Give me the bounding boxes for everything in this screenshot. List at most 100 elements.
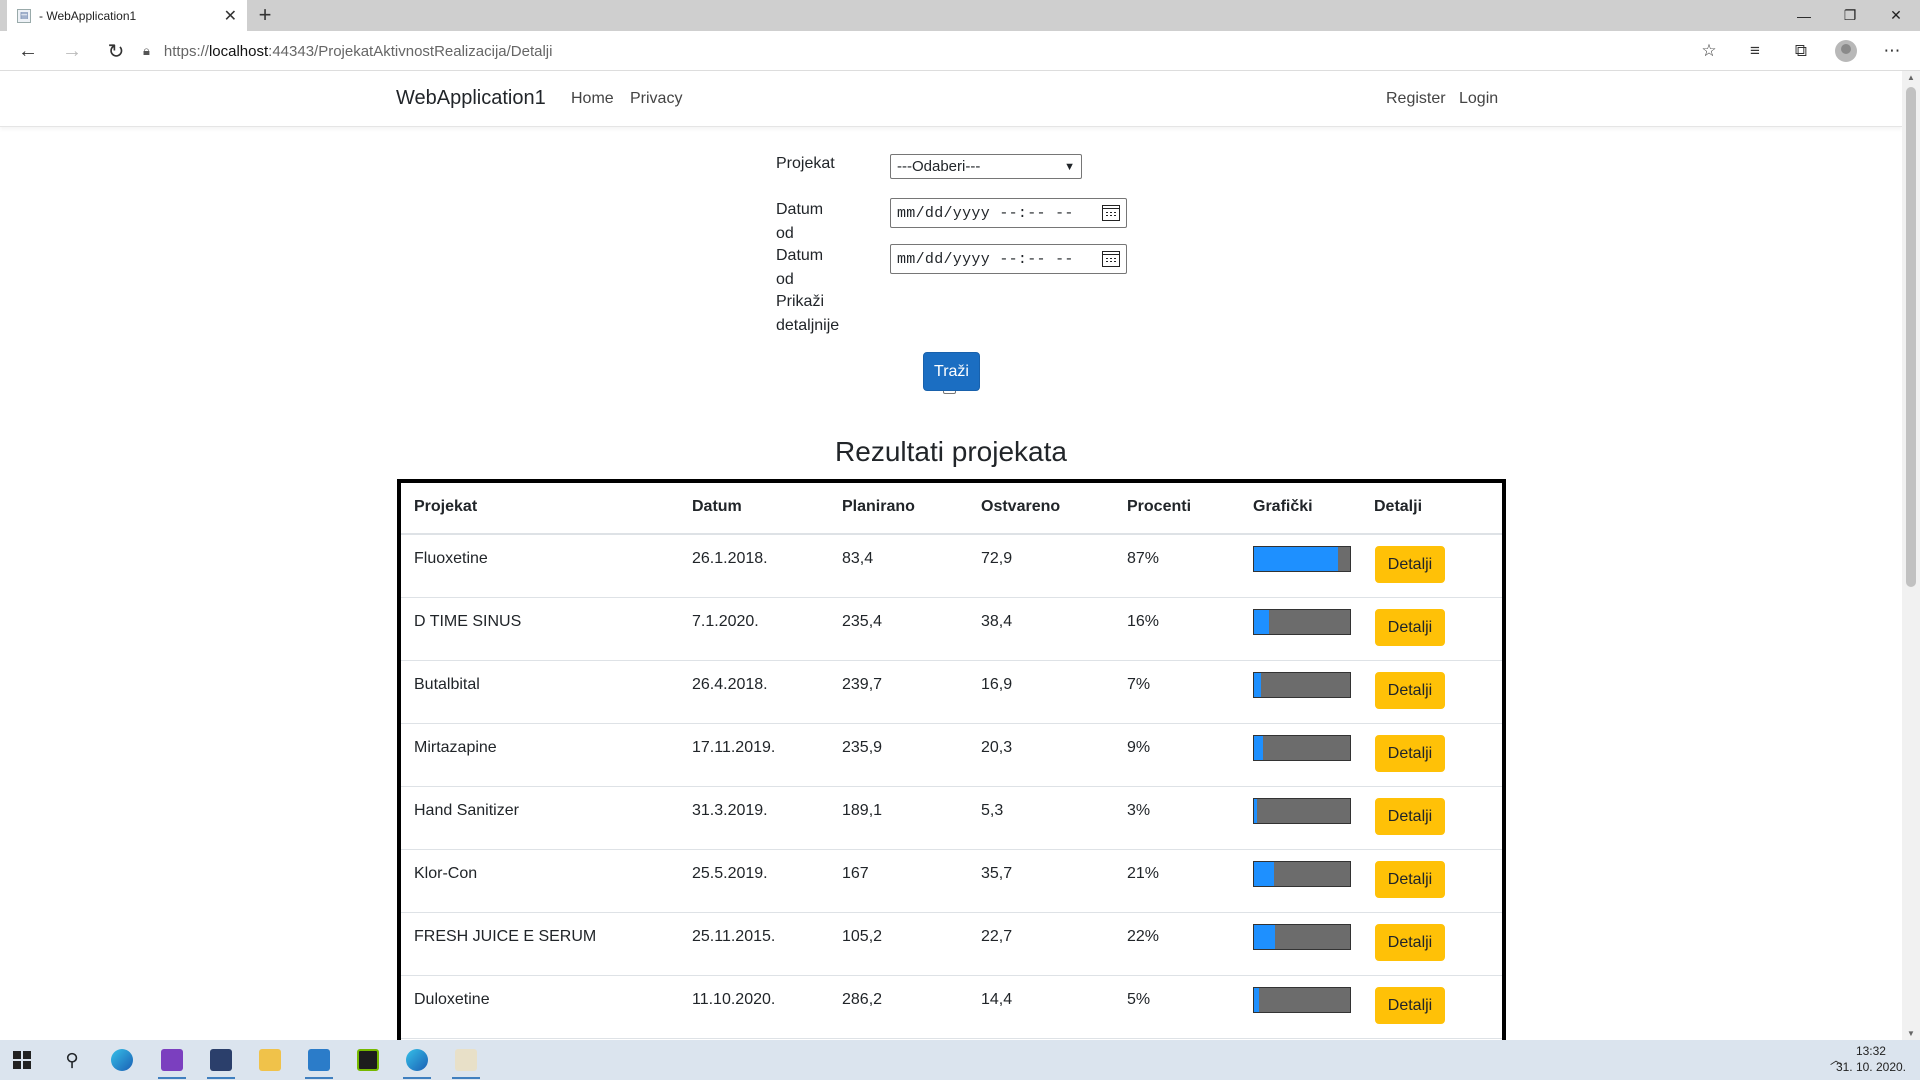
progress-bar — [1253, 735, 1351, 761]
cell-datum: 26.1.2018. — [692, 550, 768, 567]
close-window-icon[interactable]: ✕ — [1873, 0, 1919, 31]
back-icon[interactable]: ← — [13, 37, 43, 65]
restore-icon[interactable]: ❐ — [1827, 0, 1873, 31]
paint-icon[interactable] — [446, 1044, 486, 1079]
file-explorer-icon[interactable] — [250, 1044, 290, 1076]
nav-privacy-link[interactable]: Privacy — [630, 90, 682, 108]
details-button[interactable]: Detalji — [1375, 735, 1445, 772]
minimize-icon[interactable]: — — [1781, 0, 1827, 31]
cell-projekat: Butalbital — [414, 676, 480, 693]
calendar-icon[interactable] — [1102, 205, 1120, 221]
progress-bar — [1253, 672, 1351, 698]
projekat-label: Projekat — [776, 155, 835, 172]
datum-od-input[interactable]: mm/dd/yyyy --:-- -- — [890, 198, 1127, 228]
nvidia-icon[interactable] — [348, 1044, 388, 1076]
forward-icon[interactable]: → — [57, 37, 87, 65]
search-icon[interactable]: ⚲ — [52, 1044, 92, 1076]
cell-ostvareno: 72,9 — [981, 550, 1013, 567]
profile-icon[interactable] — [1831, 37, 1861, 65]
scroll-down-icon[interactable]: ▼ — [1906, 1029, 1916, 1038]
more-options-icon[interactable]: ⋯ — [1877, 37, 1907, 65]
cell-datum: 25.5.2019. — [692, 865, 768, 882]
edge-active-icon[interactable] — [397, 1044, 437, 1079]
favorite-star-icon[interactable]: ☆ — [1694, 37, 1724, 65]
new-tab-button[interactable]: + — [252, 2, 278, 28]
details-button[interactable]: Detalji — [1375, 924, 1445, 961]
visual-studio-icon[interactable] — [152, 1044, 192, 1079]
cell-datum: 17.11.2019. — [692, 739, 776, 756]
cell-datum: 7.1.2020. — [692, 613, 759, 630]
refresh-icon[interactable]: ↻ — [101, 37, 131, 65]
cell-ostvareno: 20,3 — [981, 739, 1013, 756]
details-button[interactable]: Detalji — [1375, 672, 1445, 709]
url-field[interactable]: 🔒︎ https://localhost:44343/ProjekatAktiv… — [143, 36, 1703, 66]
cell-ostvareno: 22,7 — [981, 928, 1013, 945]
table-row: FRESH JUICE E SERUM 25.11.2015. 105,2 22,7 2… — [401, 913, 1502, 976]
progress-fill — [1254, 673, 1261, 697]
cell-ostvareno: 5,3 — [981, 802, 1004, 819]
collections-icon[interactable]: ⧉ — [1786, 37, 1816, 65]
table-row: Mirtazapine 17.11.2019. 235,9 20,3 9% Detalji — [401, 724, 1502, 787]
url-prefix: https:// — [163, 42, 209, 60]
table-row: D TIME SINUS 7.1.2020. 235,4 38,4 16% Detalji — [401, 598, 1502, 661]
progress-bar — [1253, 987, 1351, 1013]
progress-bar — [1253, 609, 1351, 635]
favorites-icon[interactable]: ≡ — [1740, 37, 1770, 65]
cell-projekat: Fluoxetine — [414, 550, 488, 567]
edge-icon[interactable] — [102, 1044, 142, 1076]
cell-ostvareno: 35,7 — [981, 865, 1013, 882]
search-button[interactable]: Traži — [923, 352, 980, 391]
cell-procenti: 21% — [1127, 865, 1160, 882]
cell-planirano: 105,2 — [842, 928, 883, 945]
cell-datum: 11.10.2020. — [692, 991, 776, 1008]
details-button[interactable]: Detalji — [1375, 861, 1445, 898]
calendar-icon[interactable] — [1102, 251, 1120, 267]
cell-projekat: Mirtazapine — [414, 739, 497, 756]
datum-do-input[interactable]: mm/dd/yyyy --:-- -- — [890, 244, 1127, 274]
scroll-up-icon[interactable]: ▲ — [1906, 73, 1916, 82]
results-table: Projekat Datum Planirano Ostvareno Proce… — [397, 479, 1506, 1040]
nav-login-link[interactable]: Login — [1459, 90, 1498, 108]
projekat-selected-value: ---Odaberi--- — [897, 158, 981, 175]
cell-procenti: 3% — [1127, 802, 1151, 819]
details-button[interactable]: Detalji — [1375, 546, 1445, 583]
progress-fill — [1254, 862, 1275, 886]
cell-projekat: D TIME SINUS — [414, 613, 522, 630]
col-planirano: Planirano — [842, 498, 915, 515]
cell-planirano: 235,9 — [842, 739, 883, 756]
results-heading: Rezultati projekata — [0, 436, 1902, 468]
progress-bar — [1253, 546, 1351, 572]
datum-od-value: mm/dd/yyyy --:-- -- — [897, 204, 1074, 222]
details-button[interactable]: Detalji — [1375, 609, 1445, 646]
prikazi-label-line2: detaljnije — [776, 317, 840, 334]
page-scrollbar[interactable]: ▲ ▼ — [1902, 71, 1920, 1040]
clock-date: 31. 10. 2020. — [1835, 1060, 1906, 1074]
cell-procenti: 7% — [1127, 676, 1151, 693]
windows-start-icon[interactable] — [2, 1044, 42, 1076]
progress-bar — [1253, 861, 1351, 887]
clock-time: 13:32 — [1855, 1044, 1886, 1058]
col-procenti: Procenti — [1127, 498, 1192, 515]
nav-home-link[interactable]: Home — [571, 90, 614, 108]
scrollbar-thumb[interactable] — [1906, 87, 1916, 587]
browser-tab-bar: ▤ - WebApplication1 ✕ + — ❐ ✕ — [0, 0, 1920, 31]
projekat-select[interactable]: ---Odaberi--- ▼ — [890, 154, 1082, 179]
details-button[interactable]: Detalji — [1375, 987, 1445, 1024]
photos-icon[interactable] — [299, 1044, 339, 1079]
progress-fill — [1254, 736, 1263, 760]
browser-tab[interactable]: ▤ - WebApplication1 ✕ — [7, 0, 247, 31]
cell-ostvareno: 14,4 — [981, 991, 1013, 1008]
details-button[interactable]: Detalji — [1375, 798, 1445, 835]
cell-procenti: 16% — [1127, 613, 1160, 630]
close-tab-icon[interactable]: ✕ — [224, 6, 237, 26]
cell-planirano: 286,2 — [842, 991, 883, 1008]
tab-title: - WebApplication1 — [39, 8, 137, 23]
sql-server-icon[interactable] — [201, 1044, 241, 1079]
page-icon: ▤ — [17, 8, 31, 23]
address-bar: ← → ↻ 🔒︎ https://localhost:44343/Projeka… — [0, 31, 1920, 71]
progress-bar — [1253, 924, 1351, 950]
site-brand[interactable]: WebApplication1 — [396, 87, 546, 110]
nav-register-link[interactable]: Register — [1386, 90, 1446, 108]
system-clock[interactable]: 13:32 31. 10. 2020. — [1836, 1043, 1906, 1075]
cell-procenti: 9% — [1127, 739, 1151, 756]
